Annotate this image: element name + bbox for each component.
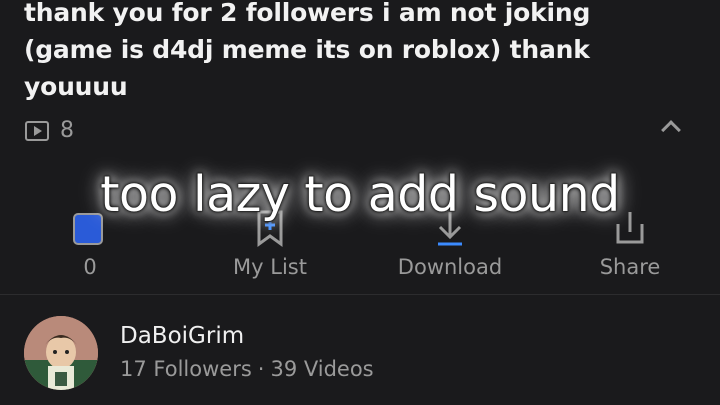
follower-count: 17 Followers [120, 357, 252, 381]
channel-info: DaBoiGrim 17 Followers · 39 Videos [120, 320, 374, 386]
download-label: Download [397, 255, 503, 279]
like-count: 0 [83, 255, 97, 279]
video-detail-screen: thank you for 2 followers i am not jokin… [0, 0, 720, 405]
video-description: thank you for 2 followers i am not jokin… [24, 0, 591, 101]
play-box-icon [25, 120, 49, 141]
share-label: Share [599, 255, 661, 279]
chevron-up-icon[interactable] [661, 120, 681, 140]
play-count-value: 8 [60, 118, 74, 143]
my-list-label: My List [233, 255, 307, 279]
channel-name[interactable]: DaBoiGrim [120, 320, 374, 352]
play-count: 8 [25, 118, 74, 143]
stats-separator: · [257, 357, 265, 381]
channel-stats: 17 Followers · 39 Videos [120, 352, 374, 386]
divider [0, 294, 720, 295]
avatar[interactable] [24, 316, 98, 390]
video-caption-overlay: too lazy to add sound [99, 165, 621, 224]
channel-row[interactable]: DaBoiGrim 17 Followers · 39 Videos [24, 316, 374, 390]
video-count: 39 Videos [270, 357, 374, 381]
